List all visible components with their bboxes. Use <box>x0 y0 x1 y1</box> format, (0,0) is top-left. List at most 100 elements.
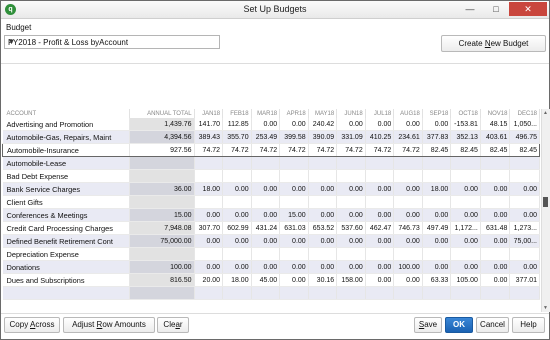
clear-button[interactable]: Clear <box>157 317 189 333</box>
month-amount-cell[interactable]: 20.00 <box>194 273 224 287</box>
month-amount-cell[interactable]: -153.81 <box>450 118 481 131</box>
column-header[interactable]: JUN18 <box>336 109 366 118</box>
maximize-icon[interactable]: □ <box>483 2 509 16</box>
column-header[interactable]: DEC18 <box>509 109 540 118</box>
month-amount-cell[interactable] <box>336 156 366 170</box>
table-row[interactable]: Dues and Subscriptions 816.50 20.00 18.00 45… <box>2 273 540 287</box>
month-amount-cell[interactable]: 497.49 <box>422 221 452 235</box>
month-amount-cell[interactable]: 0.00 <box>222 182 252 196</box>
month-amount-cell[interactable]: 0.00 <box>251 208 281 222</box>
month-amount-cell[interactable] <box>222 169 252 183</box>
month-amount-cell[interactable]: 0.00 <box>308 182 338 196</box>
month-amount-cell[interactable]: 0.00 <box>365 182 395 196</box>
month-amount-cell[interactable]: 0.00 <box>194 234 224 248</box>
month-amount-cell[interactable]: 0.00 <box>279 273 309 287</box>
month-amount-cell[interactable]: 234.61 <box>393 130 423 144</box>
month-amount-cell[interactable] <box>365 286 395 300</box>
ok-button[interactable]: OK <box>445 317 473 333</box>
month-amount-cell[interactable] <box>251 195 281 209</box>
month-amount-cell[interactable] <box>365 247 395 261</box>
month-amount-cell[interactable]: 403.61 <box>480 130 511 144</box>
month-amount-cell[interactable]: 0.00 <box>336 182 366 196</box>
month-amount-cell[interactable]: 0.00 <box>365 118 395 131</box>
table-row[interactable]: Advertising and Promotion 1,439.76 141.70 1… <box>2 118 540 131</box>
month-amount-cell[interactable] <box>393 195 423 209</box>
month-amount-cell[interactable]: 0.00 <box>279 182 309 196</box>
month-amount-cell[interactable]: 0.00 <box>422 118 452 131</box>
month-amount-cell[interactable]: 0.00 <box>194 260 224 274</box>
month-amount-cell[interactable]: 0.00 <box>393 118 423 131</box>
month-amount-cell[interactable]: 18.00 <box>222 273 252 287</box>
month-amount-cell[interactable] <box>222 156 252 170</box>
month-amount-cell[interactable] <box>194 156 224 170</box>
month-amount-cell[interactable]: 331.09 <box>336 130 366 144</box>
month-amount-cell[interactable]: 0.00 <box>480 260 511 274</box>
month-amount-cell[interactable]: 63.33 <box>422 273 452 287</box>
month-amount-cell[interactable]: 30.16 <box>308 273 338 287</box>
month-amount-cell[interactable] <box>393 169 423 183</box>
column-header[interactable]: JUL18 <box>365 109 395 118</box>
month-amount-cell[interactable] <box>450 195 481 209</box>
table-row[interactable]: Depreciation Expense <box>2 247 540 261</box>
month-amount-cell[interactable]: 240.42 <box>308 118 338 131</box>
month-amount-cell[interactable]: 399.58 <box>279 130 309 144</box>
month-amount-cell[interactable]: 0.00 <box>450 182 481 196</box>
month-amount-cell[interactable]: 0.00 <box>194 208 224 222</box>
month-amount-cell[interactable] <box>450 247 481 261</box>
month-amount-cell[interactable] <box>222 286 252 300</box>
month-amount-cell[interactable]: 74.72 <box>336 143 366 157</box>
month-amount-cell[interactable]: 631.48 <box>480 221 511 235</box>
adjust-row-amounts-button[interactable]: Adjust Row Amounts <box>63 317 155 333</box>
month-amount-cell[interactable] <box>279 247 309 261</box>
month-amount-cell[interactable]: 48.15 <box>480 118 511 131</box>
month-amount-cell[interactable] <box>393 286 423 300</box>
month-amount-cell[interactable]: 462.47 <box>365 221 395 235</box>
table-row[interactable]: Defined Benefit Retirement Cont 75,000.00… <box>2 234 540 248</box>
save-button[interactable]: Save <box>414 317 442 333</box>
month-amount-cell[interactable]: 377.01 <box>509 273 540 287</box>
table-row[interactable]: Bad Debt Expense <box>2 169 540 183</box>
month-amount-cell[interactable] <box>279 286 309 300</box>
table-row[interactable]: Automobile-Gas, Repairs, Maint 4,394.56 38… <box>2 130 540 144</box>
month-amount-cell[interactable]: 0.00 <box>222 208 252 222</box>
month-amount-cell[interactable]: 0.00 <box>509 182 540 196</box>
column-header[interactable]: SEP18 <box>422 109 452 118</box>
month-amount-cell[interactable]: 0.00 <box>393 234 423 248</box>
month-amount-cell[interactable]: 410.25 <box>365 130 395 144</box>
month-amount-cell[interactable]: 0.00 <box>480 273 511 287</box>
month-amount-cell[interactable]: 15.00 <box>279 208 309 222</box>
month-amount-cell[interactable] <box>194 286 224 300</box>
month-amount-cell[interactable]: 74.72 <box>365 143 395 157</box>
month-amount-cell[interactable] <box>422 195 452 209</box>
month-amount-cell[interactable]: 0.00 <box>365 273 395 287</box>
month-amount-cell[interactable]: 0.00 <box>365 234 395 248</box>
month-amount-cell[interactable] <box>336 195 366 209</box>
month-amount-cell[interactable]: 389.43 <box>194 130 224 144</box>
month-amount-cell[interactable]: 0.00 <box>365 208 395 222</box>
month-amount-cell[interactable] <box>279 195 309 209</box>
month-amount-cell[interactable] <box>450 286 481 300</box>
month-amount-cell[interactable] <box>222 195 252 209</box>
month-amount-cell[interactable]: 74.72 <box>393 143 423 157</box>
month-amount-cell[interactable]: 0.00 <box>480 234 511 248</box>
month-amount-cell[interactable]: 74.72 <box>279 143 309 157</box>
month-amount-cell[interactable] <box>480 156 511 170</box>
chevron-down-icon[interactable]: ▼ <box>8 39 215 46</box>
month-amount-cell[interactable]: 75,00... <box>509 234 540 248</box>
month-amount-cell[interactable]: 0.00 <box>308 208 338 222</box>
month-amount-cell[interactable]: 0.00 <box>509 208 540 222</box>
month-amount-cell[interactable] <box>336 286 366 300</box>
scroll-thumb[interactable] <box>543 197 548 207</box>
month-amount-cell[interactable] <box>365 169 395 183</box>
column-header[interactable]: APR18 <box>279 109 309 118</box>
month-amount-cell[interactable]: 0.00 <box>509 260 540 274</box>
month-amount-cell[interactable]: 0.00 <box>336 118 366 131</box>
month-amount-cell[interactable]: 141.70 <box>194 118 224 131</box>
month-amount-cell[interactable]: 112.85 <box>222 118 252 131</box>
month-amount-cell[interactable] <box>336 247 366 261</box>
column-header[interactable]: NOV18 <box>480 109 511 118</box>
month-amount-cell[interactable]: 390.09 <box>308 130 338 144</box>
month-amount-cell[interactable]: 74.72 <box>308 143 338 157</box>
month-amount-cell[interactable]: 0.00 <box>251 118 281 131</box>
table-row[interactable]: Bank Service Charges 36.00 18.00 0.00 0.00 0.… <box>2 182 540 196</box>
